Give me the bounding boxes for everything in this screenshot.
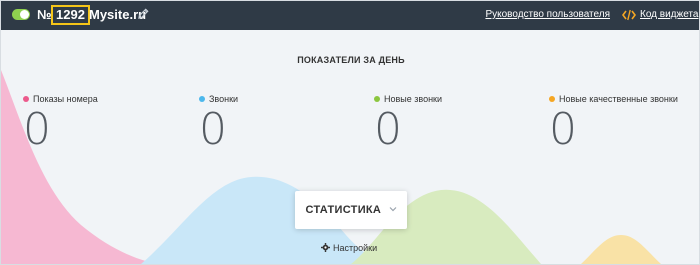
pencil-icon[interactable] bbox=[138, 8, 149, 19]
settings-link[interactable]: Настройки bbox=[321, 243, 377, 254]
widget-code-link[interactable]: Код виджета bbox=[640, 9, 698, 21]
metric-value: 0 bbox=[23, 104, 51, 155]
gear-icon bbox=[321, 243, 330, 252]
metric-label: Показы номера bbox=[33, 94, 98, 104]
metric-label: Новые звонки bbox=[384, 94, 443, 104]
chevron-down-icon bbox=[389, 207, 396, 212]
metric-dot bbox=[23, 96, 29, 102]
number-prefix: № bbox=[37, 7, 52, 22]
widget-panel: № 1292 Mysite.ru Руководство пользовател… bbox=[0, 0, 700, 265]
statistics-button[interactable]: СТАТИСТИКА bbox=[295, 191, 407, 229]
metric-value: 0 bbox=[549, 104, 577, 155]
statistics-button-label: СТАТИСТИКА bbox=[305, 204, 382, 216]
metric-dot bbox=[374, 96, 380, 102]
metric-label: Звонки bbox=[209, 94, 239, 104]
settings-label: Настройки bbox=[333, 243, 378, 253]
metric-label: Новые качественные звонки bbox=[559, 94, 678, 104]
metric-number-shows: Показы номера 0 bbox=[23, 94, 98, 152]
metric-new-quality-calls: Новые качественные звонки 0 bbox=[549, 94, 678, 152]
section-title: ПОКАЗАТЕЛИ ЗА ДЕНЬ bbox=[297, 55, 405, 65]
metric-dot bbox=[199, 96, 205, 102]
widget-toggle[interactable] bbox=[12, 9, 30, 20]
metric-value: 0 bbox=[374, 104, 402, 155]
code-icon bbox=[622, 9, 636, 21]
user-guide-link[interactable]: Руководство пользователя bbox=[485, 9, 610, 21]
metric-calls: Звонки 0 bbox=[199, 94, 238, 152]
widget-number: 1292 bbox=[51, 5, 90, 25]
wave-yellow bbox=[581, 235, 661, 264]
toggle-knob bbox=[20, 10, 29, 19]
metric-new-calls: Новые звонки 0 bbox=[374, 94, 442, 152]
top-bar: № 1292 Mysite.ru Руководство пользовател… bbox=[1, 1, 699, 30]
metric-value: 0 bbox=[199, 104, 227, 155]
metric-dot bbox=[549, 96, 555, 102]
